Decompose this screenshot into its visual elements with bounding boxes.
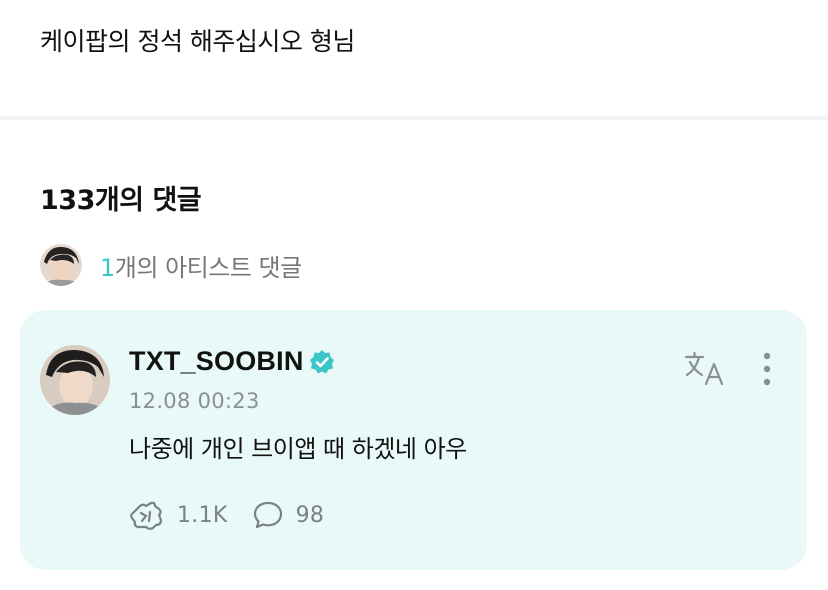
cheer-like-icon[interactable]: [129, 499, 165, 531]
author-row: TXT_SOOBIN: [129, 346, 335, 377]
section-divider: [0, 116, 828, 120]
like-count: 1.1K: [177, 502, 228, 528]
author-name[interactable]: TXT_SOOBIN: [129, 346, 304, 377]
comment-body: 나중에 개인 브이앱 때 하겠네 아우: [129, 435, 467, 463]
author-avatar[interactable]: [40, 345, 110, 415]
verified-badge-icon: [309, 349, 335, 375]
post-text: 케이팝의 정석 해주십시오 형님: [40, 27, 355, 56]
artist-comments-count: 1: [100, 253, 115, 282]
artist-comment-card: TXT_SOOBIN 12.08 00:23 나중에 개인 브이앱 때 하겠네 …: [20, 310, 807, 570]
reply-count: 98: [295, 502, 325, 528]
artist-comments-label: 1개의 아티스트 댓글: [100, 248, 302, 283]
artist-comments-filter[interactable]: 1개의 아티스트 댓글: [40, 244, 302, 286]
comment-timestamp: 12.08 00:23: [129, 389, 260, 413]
artist-comments-text: 개의 아티스트 댓글: [114, 253, 302, 282]
comment-count-heading: 133개의 댓글: [40, 185, 202, 216]
more-options-icon[interactable]: [762, 350, 772, 388]
reaction-row: 1.1K 98: [129, 499, 324, 531]
artist-avatar: [40, 244, 82, 286]
reply-bubble-icon[interactable]: [252, 500, 284, 530]
translate-icon[interactable]: [683, 351, 727, 387]
